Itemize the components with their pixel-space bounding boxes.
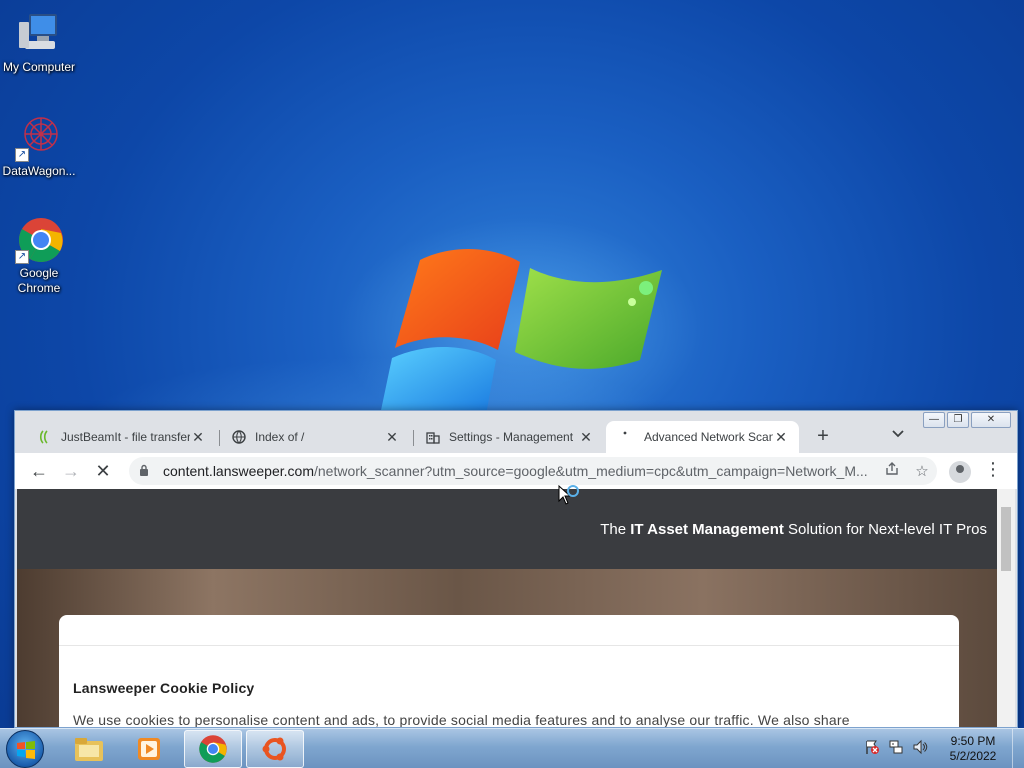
busy-cursor-icon	[558, 485, 579, 505]
address-bar[interactable]: content.lansweeper.com/network_scanner?u…	[129, 457, 937, 485]
datawagon-icon: ↗	[15, 114, 63, 162]
start-button[interactable]	[6, 730, 44, 768]
chrome-icon	[199, 735, 227, 763]
globe-icon	[231, 429, 247, 445]
chrome-window: JustBeamIt - file transfer ✕ Index of / …	[14, 410, 1018, 728]
new-tab-button[interactable]: +	[811, 425, 835, 449]
taskbar-media-player[interactable]	[120, 730, 178, 768]
desktop-icon-my-computer[interactable]: My Computer	[0, 10, 78, 75]
shortcut-arrow-icon: ↗	[15, 250, 29, 264]
url-text: content.lansweeper.com/network_scanner?u…	[163, 463, 877, 479]
system-tray	[864, 739, 928, 758]
taskbar-chrome[interactable]	[184, 730, 242, 768]
header-tagline: The IT Asset Management Solution for Nex…	[600, 521, 987, 538]
tab-search-button[interactable]	[887, 427, 909, 447]
tab-settings-management[interactable]: Settings - Management ✕	[411, 421, 604, 453]
header-prefix: The	[600, 520, 631, 538]
explorer-icon	[75, 738, 103, 761]
justbeamit-icon	[37, 429, 53, 445]
show-desktop-button[interactable]	[1012, 729, 1024, 768]
dialog-divider	[59, 645, 959, 646]
windows-logo	[380, 248, 662, 415]
shortcut-arrow-icon: ↗	[15, 148, 29, 162]
close-icon[interactable]: ✕	[578, 429, 594, 446]
menu-icon[interactable]: ⋮	[981, 459, 1005, 480]
browser-toolbar: ← → ✕ content.lansweeper.com/network_sca…	[15, 453, 1017, 489]
desktop-icon-label: Google Chrome	[17, 266, 61, 295]
page-header-banner: The IT Asset Management Solution for Nex…	[17, 489, 997, 569]
scrollbar-thumb[interactable]	[1001, 507, 1011, 571]
tab-advanced-network-scanner[interactable]: Advanced Network Scanner ✕	[606, 421, 799, 453]
restore-button[interactable]: ❐	[947, 412, 969, 428]
cookie-text: We use cookies to personalise content an…	[73, 712, 850, 727]
forward-button[interactable]: →	[59, 459, 83, 483]
cookie-dialog: Lansweeper Cookie Policy We use cookies …	[59, 615, 959, 727]
clock-date: 5/2/2022	[949, 749, 997, 763]
taskbar-ubuntu[interactable]	[246, 730, 304, 768]
tab-title: JustBeamIt - file transfer	[61, 430, 190, 444]
vertical-scrollbar[interactable]	[997, 489, 1015, 727]
tab-title: Index of /	[255, 430, 305, 444]
profile-avatar-icon[interactable]	[949, 461, 971, 483]
window-close-button[interactable]: ✕	[971, 412, 1011, 428]
volume-icon[interactable]	[912, 739, 928, 758]
desktop-icon-label: My Computer	[2, 60, 76, 74]
close-icon[interactable]: ✕	[384, 429, 400, 446]
lock-icon	[139, 464, 153, 479]
ubuntu-icon	[262, 737, 286, 761]
web-page: The IT Asset Management Solution for Nex…	[17, 489, 997, 727]
loading-icon	[620, 429, 636, 445]
tab-strip: JustBeamIt - file transfer ✕ Index of / …	[15, 411, 1017, 453]
desktop-icon-google-chrome[interactable]: ↗ Google Chrome	[0, 216, 78, 296]
cookie-title: Lansweeper Cookie Policy	[73, 680, 255, 696]
window-controls: — ❐ ✕	[921, 412, 1011, 428]
minimize-button[interactable]: —	[923, 412, 945, 428]
header-suffix: Solution for Next-level IT Pros	[783, 520, 987, 538]
taskbar: 9:50 PM 5/2/2022	[0, 728, 1024, 768]
desktop-icon-label: DataWagon...	[2, 164, 76, 178]
url-domain: content.lansweeper.com	[163, 463, 314, 479]
tab-title: Advanced Network Scanner	[644, 430, 773, 444]
url-path: /network_scanner?utm_source=google&utm_m…	[313, 463, 868, 479]
tab-justbeamit[interactable]: JustBeamIt - file transfer ✕	[23, 421, 216, 453]
close-icon[interactable]: ✕	[773, 429, 789, 446]
back-button[interactable]: ←	[27, 459, 51, 483]
clock[interactable]: 9:50 PM 5/2/2022	[940, 734, 1006, 764]
desktop-icon-datawagon[interactable]: ↗ DataWagon...	[0, 114, 78, 179]
stop-loading-button[interactable]: ✕	[91, 459, 115, 483]
building-icon	[425, 429, 441, 445]
action-center-flag-icon[interactable]	[864, 739, 880, 758]
bookmark-star-icon[interactable]: ☆	[907, 462, 937, 480]
clock-time: 9:50 PM	[950, 734, 996, 748]
computer-icon	[15, 10, 63, 58]
taskbar-explorer[interactable]	[60, 730, 118, 768]
windows-flag-icon	[17, 741, 35, 759]
chrome-icon: ↗	[15, 216, 63, 264]
share-icon[interactable]	[877, 462, 907, 480]
media-player-icon	[138, 738, 160, 760]
chevron-down-icon	[892, 430, 904, 438]
tab-title: Settings - Management	[449, 430, 574, 444]
close-icon[interactable]: ✕	[190, 429, 206, 446]
header-bold: IT Asset Management	[630, 520, 784, 538]
tab-index-of[interactable]: Index of / ✕	[217, 421, 410, 453]
network-icon[interactable]	[888, 739, 904, 758]
